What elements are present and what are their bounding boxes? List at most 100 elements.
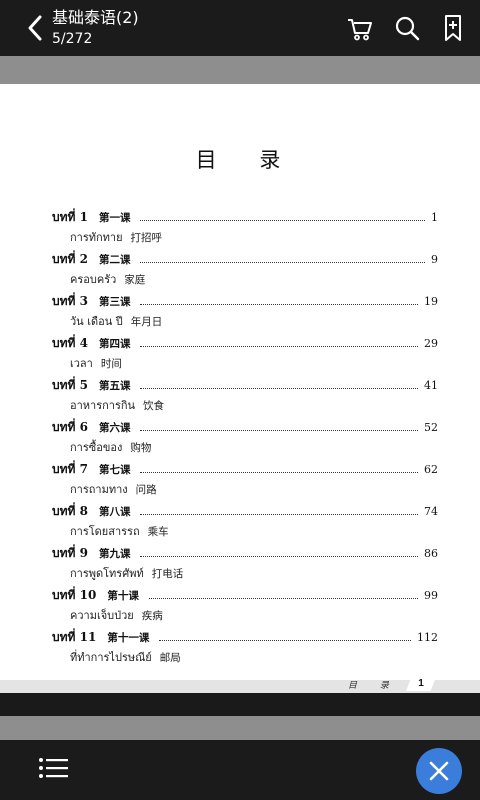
toc-entry[interactable]: บทที่ 4 第四课 29 เวลา 时间	[52, 334, 438, 376]
lesson-number: บทที่ 5	[52, 378, 88, 392]
bottom-bar	[0, 740, 480, 800]
dot-leader	[140, 219, 425, 221]
lesson-page: 99	[424, 589, 438, 602]
toc-entry-header: บทที่ 6 第六课 52	[52, 418, 438, 436]
toc-entry[interactable]: บทที่ 3 第三课 19 วัน เดือน ปี 年月日	[52, 292, 438, 334]
lesson-thai-title: ความเจ็บป่วย	[70, 609, 134, 622]
page-indicator: 5/272	[52, 31, 93, 47]
toc-entry[interactable]: บทที่ 2 第二课 9 ครอบครัว 家庭	[52, 250, 438, 292]
lesson-page: 9	[431, 253, 438, 266]
bookmark-button[interactable]	[438, 13, 468, 43]
lesson-zh-title: 问路	[135, 484, 157, 496]
search-button[interactable]	[392, 13, 422, 43]
lesson-thai-title: การทักทาย	[70, 231, 123, 244]
toc-entry-header: บทที่ 3 第三课 19	[52, 292, 438, 310]
toc-entry-header: บทที่ 2 第二课 9	[52, 250, 438, 268]
toc-entry-subtitle: การพูดโทรศัพท์ 打电话	[70, 564, 183, 582]
toc-entry-header: บทที่ 1 第一课 1	[52, 208, 438, 226]
toc-menu-button[interactable]	[38, 757, 70, 783]
lesson-thai-title: อาหารการกิน	[70, 399, 136, 412]
lesson-chinese: 第四课	[98, 338, 131, 350]
lesson-number: บทที่ 1	[52, 210, 88, 224]
lesson-chinese: 第十课	[107, 590, 139, 602]
cart-icon	[348, 19, 372, 41]
toc-entry[interactable]: บทที่ 7 第七课 62 การถามทาง 问路	[52, 460, 438, 502]
toc-entry-header: บทที่ 4 第四课 29	[52, 334, 438, 352]
back-button[interactable]	[24, 13, 48, 43]
dot-leader	[140, 429, 418, 431]
lesson-number: บทที่ 6	[52, 420, 88, 434]
lesson-zh-title: 饮食	[143, 400, 165, 412]
dot-leader	[140, 471, 418, 473]
lesson-thai-title: การพูดโทรศัพท์	[70, 567, 144, 580]
lesson-chinese: 第八课	[98, 506, 131, 518]
top-app-bar: 基础泰语(2) 5/272	[0, 0, 480, 56]
dot-leader	[140, 555, 418, 557]
dot-leader	[140, 387, 418, 389]
lesson-number: บทที่ 9	[52, 546, 88, 560]
toc-entry[interactable]: บทที่ 6 第六课 52 การซื้อของ 购物	[52, 418, 438, 460]
toc-entry-header: บทที่ 8 第八课 74	[52, 502, 438, 520]
lesson-number: บทที่ 11	[52, 630, 97, 644]
lesson-chinese: 第九课	[98, 548, 131, 560]
toc-entry[interactable]: บทที่ 5 第五课 41 อาหารการกิน 饮食	[52, 376, 438, 418]
toc-entry[interactable]: บทที่ 8 第八课 74 การโดยสารรถ 乘车	[52, 502, 438, 544]
page-gap-bottom	[0, 716, 480, 740]
bookmark-add-icon	[445, 15, 461, 41]
lesson-zh-title: 购物	[130, 442, 152, 454]
lesson-page: 74	[424, 505, 438, 518]
lesson-chinese: 第一课	[98, 212, 131, 224]
toc-entry-subtitle: ที่ทำการไปรษณีย์ 邮局	[70, 648, 181, 666]
toc-entry-subtitle: การโดยสารรถ 乘车	[70, 522, 169, 540]
lesson-page: 86	[424, 547, 438, 560]
search-icon	[395, 16, 420, 41]
toc-entry-header: บทที่ 10 第十课 99	[52, 586, 438, 604]
lesson-thai-title: ครอบครัว	[70, 273, 117, 286]
toc-entry-subtitle: เวลา 时间	[70, 354, 122, 372]
lesson-zh-title: 乘车	[147, 526, 169, 538]
toc-entry-header: บทที่ 7 第七课 62	[52, 460, 438, 478]
lesson-page: 52	[424, 421, 438, 434]
lesson-zh-title: 打招呼	[130, 232, 163, 244]
lesson-thai-title: ที่ทำการไปรษณีย์	[70, 651, 152, 664]
lesson-zh-title: 年月日	[130, 316, 163, 328]
close-button[interactable]	[416, 748, 462, 794]
page-gap-top	[0, 56, 480, 84]
dot-leader	[140, 303, 418, 305]
lesson-thai-title: การโดยสารรถ	[70, 525, 140, 538]
lesson-thai-title: วัน เดือน ปี	[70, 315, 123, 328]
lesson-thai-title: การซื้อของ	[70, 441, 123, 454]
toc-entry-subtitle: การทักทาย 打招呼	[70, 228, 162, 246]
dot-leader	[140, 345, 418, 347]
lesson-number: บทที่ 3	[52, 294, 88, 308]
lesson-number: บทที่ 2	[52, 252, 88, 266]
toc-entry-subtitle: การถามทาง 问路	[70, 480, 157, 498]
lesson-page: 19	[424, 295, 438, 308]
toc-heading: 目 录	[195, 148, 299, 172]
lesson-chinese: 第七课	[98, 464, 131, 476]
lesson-chinese: 第六课	[98, 422, 131, 434]
toc-entry[interactable]: บทที่ 11 第十一课 112 ที่ทำการไปรษณีย์ 邮局	[52, 628, 438, 670]
lesson-page: 1	[431, 211, 438, 224]
lesson-number: บทที่ 10	[52, 588, 97, 602]
toc-entry[interactable]: บทที่ 9 第九课 86 การพูดโทรศัพท์ 打电话	[52, 544, 438, 586]
toc-entry-header: บทที่ 11 第十一课 112	[52, 628, 438, 646]
dot-leader	[140, 261, 425, 263]
lesson-number: บทที่ 8	[52, 504, 88, 518]
toc-entry[interactable]: บทที่ 1 第一课 1 การทักทาย 打招呼	[52, 208, 438, 250]
book-page[interactable]: 目 录 บทที่ 1 第一课 1 การทักทาย 打招呼 บทที่ 2 第二课 9 คร…	[0, 84, 480, 690]
toc-entry[interactable]: บทที่ 10 第十课 99 ความเจ็บป่วย 疾病	[52, 586, 438, 628]
lesson-thai-title: เวลา	[70, 357, 93, 370]
lesson-page: 62	[424, 463, 438, 476]
lesson-number: บทที่ 7	[52, 462, 88, 476]
lesson-page: 41	[424, 379, 438, 392]
cart-button[interactable]	[345, 13, 375, 43]
lesson-number: บทที่ 4	[52, 336, 88, 350]
toc-entry-subtitle: ความเจ็บป่วย 疾病	[70, 606, 163, 624]
footer-label: 目 录	[348, 681, 399, 691]
dot-leader	[159, 639, 411, 641]
lesson-thai-title: การถามทาง	[70, 483, 128, 496]
dot-leader	[148, 597, 418, 599]
lesson-chinese: 第三课	[98, 296, 131, 308]
lesson-page: 112	[417, 631, 438, 644]
